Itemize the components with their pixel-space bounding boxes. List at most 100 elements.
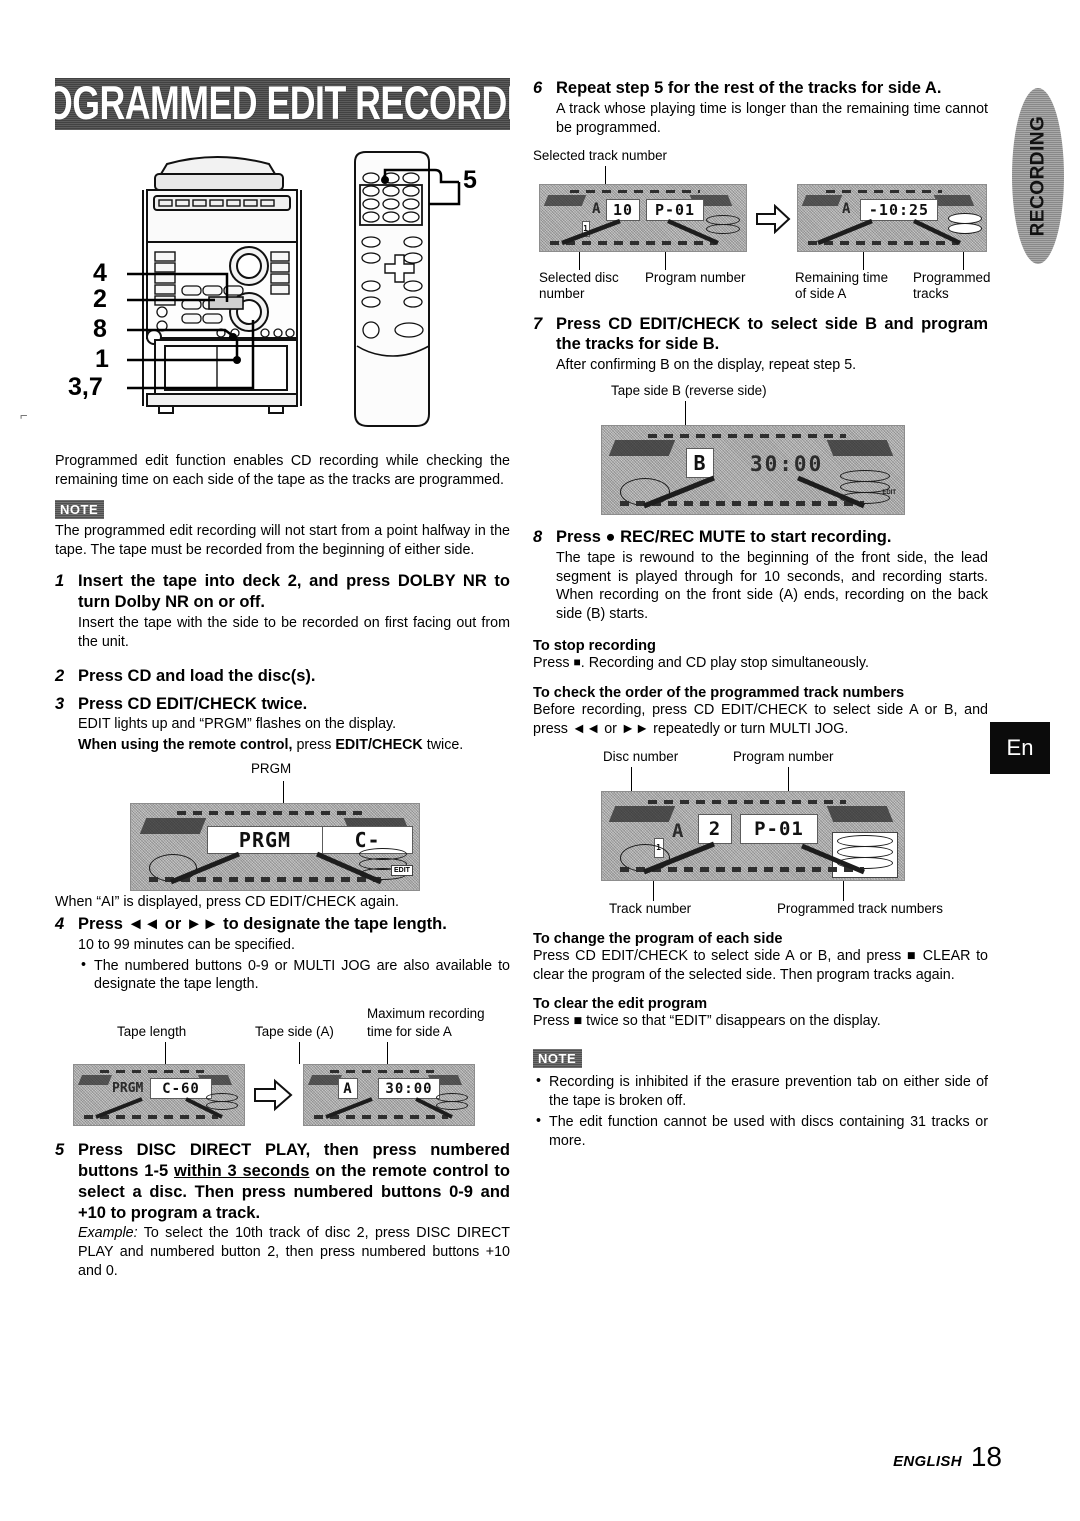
step-3-text-2: twice.	[422, 737, 464, 754]
lcd-display-remaining-time: A -10:25	[797, 183, 987, 252]
scan-corner-mark: ⌐	[20, 408, 28, 423]
step-7-number: 7	[533, 314, 543, 333]
lcd-fan-lines	[170, 851, 383, 885]
callout-number-2: 2	[93, 285, 107, 313]
heading-change-program: To change the program of each side	[533, 930, 783, 947]
step-5-title: Press DISC DIRECT PLAY, then press numbe…	[78, 1140, 510, 1223]
step-6-number: 6	[533, 79, 543, 97]
callout-leaders	[127, 168, 461, 390]
check-order-text: Before recording, press CD EDIT/CHECK to…	[533, 702, 988, 737]
figure-check-label-program: Program number	[733, 748, 834, 764]
right-column: 6 Repeat step 5 for the rest of the trac…	[533, 78, 991, 1153]
step-2-number: 2	[55, 666, 65, 685]
figure-step6-label-programmed-l2: tracks	[913, 285, 949, 301]
lcd2-fan	[95, 1097, 223, 1120]
manual-page: PROGRAMMED EDIT RECORDING	[0, 0, 1080, 1521]
figure-step6-label-program: Program number	[645, 269, 746, 285]
step-3: 3 Press CD EDIT/CHECK twice. EDIT lights…	[55, 694, 510, 758]
lcd-display-side-a-time: A 30:00	[303, 1064, 475, 1127]
heading-clear-edit-program: To clear the edit program	[533, 996, 708, 1013]
step-3-body-line1: EDIT lights up and “PRGM” flashes on the…	[78, 716, 397, 733]
step-1-title: Insert the tape into deck 2, and press D…	[78, 572, 510, 612]
figure-check-label-disc: Disc number	[603, 748, 679, 764]
figure-check-order: Disc number Program number A 2 P-01 1 Tr…	[533, 749, 988, 925]
lcd4-fan	[561, 218, 719, 245]
step-4-body: 10 to 99 minutes can be specified.	[78, 936, 295, 953]
step-5-title-underlined: within 3 seconds	[174, 1162, 310, 1180]
step-3-title: Press CD EDIT/CHECK twice.	[78, 694, 308, 713]
language-badge: En	[990, 722, 1050, 774]
figure-step4-label-tape-side: Tape side (A)	[255, 1024, 334, 1040]
step-5-number: 5	[55, 1141, 65, 1160]
figure-step6-label-programmed-l1: Programmed	[913, 269, 991, 285]
section-banner: PROGRAMMED EDIT RECORDING	[55, 78, 510, 130]
note-top-text: The programmed edit recording will not s…	[55, 522, 510, 558]
step-5-example-label: Example:	[78, 1225, 138, 1242]
step-4: 4 Press ◄◄ or ►► to designate the tape l…	[55, 914, 510, 996]
step-1-number: 1	[55, 572, 65, 591]
step-6-title: Repeat step 5 for the rest of the tracks…	[556, 79, 942, 97]
figure-check-label-prog-tracks: Programmed track numbers	[777, 900, 943, 916]
note-tag-top: NOTE	[55, 500, 104, 519]
step-3-after-figure: When “AI” is displayed, press CD EDIT/CH…	[55, 894, 400, 910]
lcd-display-check-order: A 2 P-01 1	[601, 790, 905, 881]
step-8-number: 8	[533, 527, 543, 546]
step-3-number: 3	[55, 694, 65, 713]
figure-step3-label-prgm: PRGM	[251, 761, 292, 776]
figure-check-leader-tracks	[843, 880, 845, 901]
figure-step6-label-remaining-l2: of side A	[795, 285, 847, 301]
callout-number-5: 5	[463, 166, 477, 194]
figure-step7-leader	[685, 400, 687, 425]
heading-check-order: To check the order of the programmed tra…	[533, 685, 905, 701]
figure-check-label-track: Track number	[609, 900, 692, 916]
figure-step7: Tape side B (reverse side) B 30:00 EDIT	[533, 383, 988, 519]
step-5-example: Example: To select the 10th track of dis…	[78, 1224, 510, 1281]
figure-step6-label-remaining-l1: Remaining time	[795, 269, 889, 285]
step-5: 5 Press DISC DIRECT PLAY, then press num…	[55, 1140, 510, 1283]
figure-step6-leader-programmed	[963, 251, 965, 270]
figure-step4-label-tape-length: Tape length	[117, 1024, 187, 1040]
figure-step4: Tape length Tape side (A) Maximum record…	[55, 1002, 510, 1130]
note-bottom-bullet-2: The edit function cannot be used with di…	[533, 1112, 988, 1151]
step-5-example-text: To select the 10th track of disc 2, pres…	[78, 1225, 510, 1280]
figure-step4-label-max-l2: time for side A	[367, 1024, 452, 1040]
stop-recording-text: Press ■. Recording and CD play stop simu…	[533, 654, 988, 673]
lcd-display-tape-length: PRGM C-60	[73, 1064, 245, 1127]
lcd3-fan	[325, 1097, 453, 1120]
footer-language: ENGLISH	[893, 1453, 962, 1470]
lcd5-fan	[817, 218, 961, 245]
stop-recording-post: . Recording and CD play stop simultaneou…	[580, 655, 869, 672]
figure-step6-leader-disc	[579, 251, 581, 270]
note-tag-bottom: NOTE	[533, 1049, 582, 1068]
note-bottom-bullets: Recording is inhibited if the erasure pr…	[533, 1072, 988, 1151]
step-1: 1 Insert the tape into deck 2, and press…	[55, 571, 510, 653]
step-7-title: Press CD EDIT/CHECK to select side B and…	[556, 314, 988, 354]
intro-paragraph: Programmed edit function enables CD reco…	[55, 453, 510, 488]
figure-step4-leader-3	[387, 1042, 389, 1065]
step-8-body: The tape is rewound to the beginning of …	[556, 549, 988, 623]
step-3-body-line2: When using the remote control, press EDI…	[78, 736, 510, 755]
step-6-body: A track whose playing time is longer tha…	[556, 100, 988, 136]
step-7: 7 Press CD EDIT/CHECK to select side B a…	[533, 314, 988, 377]
callout-number-4: 4	[93, 259, 107, 287]
lcd-display-side-b: B 30:00 EDIT	[601, 424, 905, 515]
figure-step4-leader-1	[165, 1042, 167, 1065]
step-4-number: 4	[55, 914, 65, 933]
heading-stop-recording: To stop recording	[533, 638, 656, 655]
figure-check-leader-program	[788, 766, 790, 791]
side-tab-recording: RECORDING	[1012, 88, 1064, 264]
figure-step6-leader-track	[605, 165, 607, 184]
figure-step3-leader	[283, 781, 285, 803]
figure-step3: PRGM PRGM C- EDIT	[55, 761, 510, 891]
step-4-bullet-1: The numbered buttons 0-9 or MULTI JOG ar…	[78, 956, 510, 995]
figure-step6-label-disc-l2: number	[539, 285, 585, 301]
clear-edit-program-text: Press ■ twice so that “EDIT” disappears …	[533, 1013, 881, 1030]
step-3-text-1: press	[292, 737, 336, 754]
figure-step7-label: Tape side B (reverse side)	[611, 382, 767, 398]
figure-step6-arrow-icon	[756, 203, 791, 234]
stop-recording-pre: Press	[533, 655, 574, 672]
step-4-bullets: The numbered buttons 0-9 or MULTI JOG ar…	[78, 956, 510, 995]
side-tab-label: RECORDING	[1027, 115, 1048, 237]
step-3-bold-1: When using the remote control,	[78, 737, 293, 754]
step-6: 6 Repeat step 5 for the rest of the trac…	[533, 78, 988, 140]
